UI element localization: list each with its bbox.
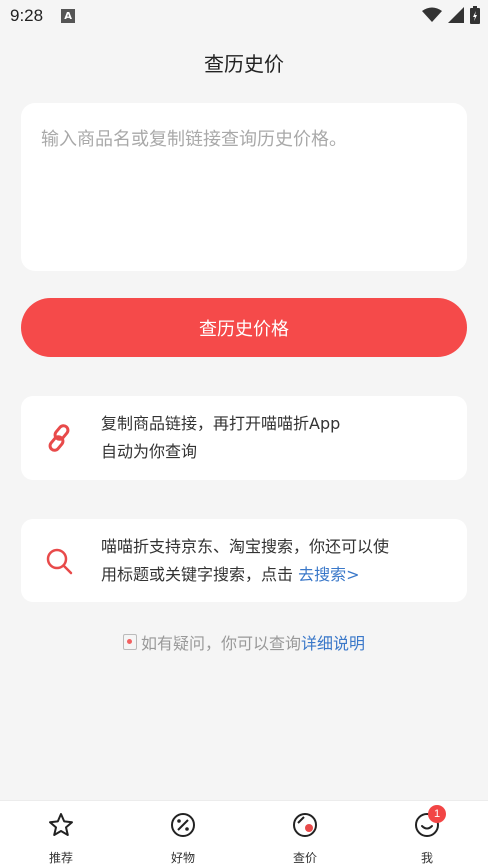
tip-line: 喵喵折支持京东、淘宝搜索，你还可以使 — [101, 536, 390, 556]
notification-badge: 1 — [428, 805, 446, 823]
help-text: 如有疑问，你可以查询 — [140, 634, 301, 653]
tip-text: 复制商品链接，再打开喵喵折App 自动为你查询 — [101, 410, 340, 466]
help-line: 如有疑问，你可以查询 详细说明 — [0, 630, 488, 654]
star-icon — [47, 811, 75, 839]
search-icon — [39, 541, 79, 581]
tab-me[interactable]: 1 我 — [366, 801, 488, 867]
details-link[interactable]: 详细说明 — [301, 630, 365, 654]
tip-card-search: 喵喵折支持京东、淘宝搜索，你还可以使 用标题或关键字搜索，点击 去搜索> — [21, 519, 467, 602]
tab-label: 查价 — [292, 851, 317, 865]
tip-line: 复制商品链接，再打开喵喵折App — [101, 414, 341, 433]
tip-line: 自动为你查询 — [101, 442, 198, 461]
tab-price-check[interactable]: 查价 — [244, 801, 366, 867]
battery-icon — [470, 6, 480, 24]
tip-card-copy-link: 复制商品链接，再打开喵喵折App 自动为你查询 — [21, 396, 467, 480]
status-bar: 9:28 A — [0, 0, 488, 32]
tab-label: 推荐 — [48, 851, 73, 865]
signal-icon — [448, 7, 464, 23]
discount-icon — [169, 811, 197, 839]
price-check-icon — [291, 811, 319, 839]
tab-recommend[interactable]: 推荐 — [0, 801, 122, 867]
tab-label: 我 — [420, 851, 433, 865]
tab-label: 好物 — [170, 851, 195, 865]
link-icon — [39, 418, 79, 458]
tip-line-text: 用标题或关键字搜索，点击 — [101, 564, 299, 584]
tip-line: 用标题或关键字搜索，点击 去搜索> — [101, 561, 389, 589]
query-price-button[interactable]: 查历史价格 — [21, 298, 467, 357]
notification-a-icon: A — [61, 9, 76, 23]
search-input[interactable] — [41, 125, 447, 249]
search-card — [21, 103, 467, 271]
go-search-link[interactable]: 去搜索> — [298, 565, 359, 584]
wifi-icon — [422, 7, 442, 22]
page-title: 查历史价 — [204, 51, 284, 76]
note-icon — [122, 634, 137, 650]
tab-goods[interactable]: 好物 — [122, 801, 244, 867]
status-icons — [422, 6, 480, 24]
status-time: 9:28 — [10, 6, 44, 25]
tip-text: 喵喵折支持京东、淘宝搜索，你还可以使 用标题或关键字搜索，点击 去搜索> — [101, 533, 389, 589]
bottom-tab-bar: 推荐 好物 查价 1 我 — [0, 800, 488, 867]
